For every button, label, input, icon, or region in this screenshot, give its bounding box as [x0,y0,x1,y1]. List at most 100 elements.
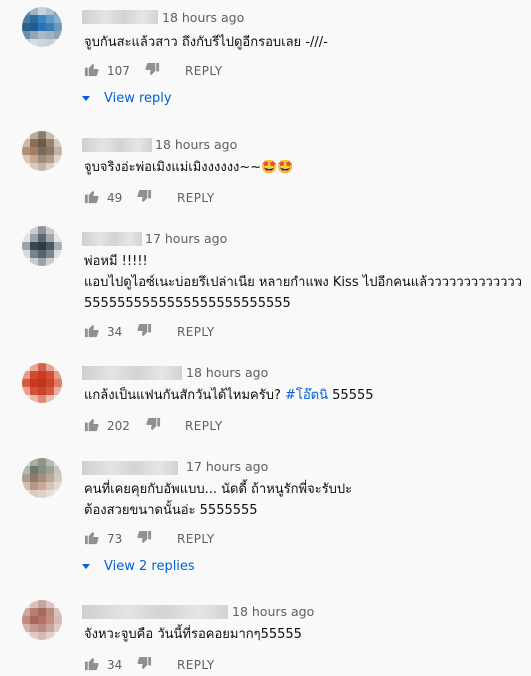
thumbs-down-icon [137,530,152,544]
thumbs-up-icon [84,190,99,204]
like-button[interactable] [84,189,99,204]
thumbs-up-icon [84,63,99,77]
like-button[interactable] [84,62,99,77]
avatar-pixel [54,490,62,498]
avatar-pixel [46,131,54,139]
avatar-pixel [30,226,38,234]
avatar-pixel [22,482,30,490]
avatar-pixel [22,624,30,632]
avatar-pixel [30,163,38,171]
avatar-pixel [38,163,46,171]
avatar[interactable] [22,458,62,498]
avatar-pixel [22,31,30,39]
avatar-pixel [54,474,62,482]
like-button[interactable] [84,417,99,432]
avatar-pixel [46,7,54,15]
author-name-blurred[interactable] [82,366,182,380]
avatar-pixel [22,234,30,242]
avatar-pixel [38,616,46,624]
avatar-pixel [30,387,38,395]
comment-timestamp[interactable]: 17 hours ago [186,459,268,474]
dislike-button[interactable] [145,62,160,77]
hashtag-link[interactable]: #โอ๊ตนิ [285,388,328,403]
avatar-pixel [46,395,54,403]
avatar-pixel [54,363,62,371]
avatar-pixel [22,490,30,498]
like-count: 73 [107,532,123,546]
dislike-button[interactable] [137,530,152,545]
author-name-blurred[interactable] [82,461,178,475]
avatar-pixel [22,23,30,31]
comment-6: 18 hours ago จังหวะจูบคือ วันนี้ที่รอคอย… [0,595,531,672]
avatar-pixel [46,139,54,147]
dislike-button[interactable] [146,417,161,432]
like-count: 34 [107,325,123,339]
comment-actions: 202 REPLY [84,417,484,437]
dislike-button[interactable] [137,323,152,338]
avatar-pixel [46,616,54,624]
author-name-blurred[interactable] [82,605,228,619]
avatar-pixel [46,258,54,266]
avatar-pixel [38,242,46,250]
avatar-pixel [38,600,46,608]
like-button[interactable] [84,656,99,671]
view-replies-button[interactable]: View 2 replies [82,559,195,574]
comment-text: คนที่เคยคุยกับอัพแบบ... นัดดี้ ถ้าหนูรัก… [84,482,353,518]
avatar[interactable] [22,600,62,640]
avatar-pixel [46,608,54,616]
comment-timestamp[interactable]: 18 hours ago [162,10,244,25]
like-count: 49 [107,191,123,205]
avatar-pixel [30,23,38,31]
reply-button[interactable]: REPLY [177,191,215,205]
avatar-pixel [30,490,38,498]
avatar-pixel [54,458,62,466]
comment-4: 18 hours ago แกล้งเป็นแฟนกันสักวันได้ไหม… [0,350,531,445]
reply-button[interactable]: REPLY [177,532,215,546]
avatar[interactable] [22,363,62,403]
reply-button[interactable]: REPLY [177,658,215,672]
comment-text-body: แกล้งเป็นแฟนกันสักวันได้ไหมครับ? [84,388,285,403]
avatar-pixel [46,482,54,490]
comment-actions: 73 REPLY [84,530,484,550]
author-name-blurred[interactable] [82,138,152,152]
avatar-pixel [30,474,38,482]
author-name-blurred[interactable] [82,10,158,24]
avatar-pixel [38,624,46,632]
comment-timestamp[interactable]: 17 hours ago [145,231,227,246]
comment-timestamp[interactable]: 18 hours ago [186,365,268,380]
avatar[interactable] [22,7,62,47]
thumbs-up-icon [84,531,99,545]
author-name-blurred[interactable] [82,232,142,246]
avatar-pixel [54,242,62,250]
avatar-pixel [30,147,38,155]
dislike-button[interactable] [137,656,152,671]
avatar-pixel [46,490,54,498]
avatar-pixel [46,458,54,466]
like-button[interactable] [84,323,99,338]
reply-button[interactable]: REPLY [185,64,223,78]
like-button[interactable] [84,530,99,545]
avatar-pixel [54,15,62,23]
avatar-pixel [22,395,30,403]
avatar-pixel [22,258,30,266]
avatar-pixel [38,474,46,482]
avatar-pixel [54,147,62,155]
avatar-pixel [38,363,46,371]
comment-timestamp[interactable]: 18 hours ago [155,137,237,152]
comment-2: 18 hours ago จูบจริงอ่ะพ่อเมิงแม่เมิงงงง… [0,125,531,220]
avatar-pixel [54,258,62,266]
comment-timestamp[interactable]: 18 hours ago [232,604,314,619]
avatar[interactable] [22,131,62,171]
dislike-button[interactable] [137,189,152,204]
thumbs-up-icon [84,418,99,432]
avatar-pixel [30,482,38,490]
avatar-pixel [22,242,30,250]
reply-button[interactable]: REPLY [177,325,215,339]
avatar-pixel [22,363,30,371]
view-replies-button[interactable]: View reply [82,91,172,106]
avatar[interactable] [22,226,62,266]
reply-button[interactable]: REPLY [185,419,223,433]
avatar-pixel [30,250,38,258]
avatar-pixel [22,600,30,608]
avatar-pixel [22,155,30,163]
